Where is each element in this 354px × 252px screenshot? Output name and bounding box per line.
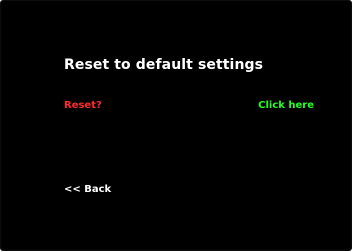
back-link[interactable]: << Back	[64, 184, 111, 195]
reset-row: Reset? Click here	[64, 100, 314, 114]
settings-screen: Reset to default settings Reset? Click h…	[0, 0, 352, 251]
page-title: Reset to default settings	[64, 57, 264, 73]
reset-prompt-label: Reset?	[64, 100, 102, 111]
confirm-reset-link[interactable]: Click here	[258, 100, 314, 111]
